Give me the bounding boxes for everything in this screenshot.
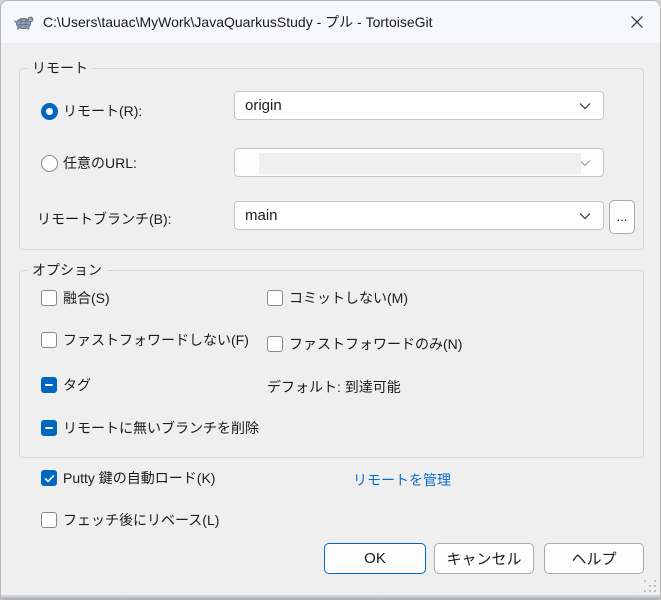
resize-grip[interactable] xyxy=(644,580,656,592)
window-bottom-edge xyxy=(1,595,660,599)
chevron-down-icon xyxy=(579,212,591,219)
checkbox-no-fast-forward-label: ファストフォワードしない(F) xyxy=(63,332,249,348)
checkbox-no-commit-label: コミットしない(M) xyxy=(289,290,408,306)
tortoisegit-turtle-icon xyxy=(14,12,34,32)
arbitrary-url-radio-label: 任意のURL: xyxy=(63,155,137,171)
checkbox-fast-forward-only-label: ファストフォワードのみ(N) xyxy=(289,336,463,352)
checkbox-prune[interactable]: リモートに無いブランチを削除 xyxy=(41,420,259,436)
cancel-button[interactable]: キャンセル xyxy=(434,543,534,574)
radio-selected-icon xyxy=(41,102,58,120)
checkbox-box xyxy=(267,290,283,306)
remote-radio[interactable]: リモート(R): xyxy=(41,102,142,120)
checkbox-indeterminate-box xyxy=(41,377,57,393)
checkbox-tags[interactable]: タグ xyxy=(41,377,91,393)
titlebar: C:\Users\tauac\MyWork\JavaQuarkusStudy -… xyxy=(1,1,660,43)
checkbox-box xyxy=(267,336,283,352)
checkbox-no-commit[interactable]: コミットしない(M) xyxy=(267,290,408,306)
arbitrary-url-combobox xyxy=(234,148,604,177)
tags-default-text: デフォルト: 到達可能 xyxy=(267,379,401,395)
pull-dialog: C:\Users\tauac\MyWork\JavaQuarkusStudy -… xyxy=(0,0,661,600)
checkbox-putty-autoload[interactable]: Putty 鍵の自動ロード(K) xyxy=(41,470,215,486)
checkbox-squash[interactable]: 融合(S) xyxy=(41,290,110,306)
radio-unselected-icon xyxy=(41,154,58,172)
checkbox-fast-forward-only[interactable]: ファストフォワードのみ(N) xyxy=(267,336,462,352)
checkbox-box xyxy=(41,290,57,306)
checkbox-squash-label: 融合(S) xyxy=(63,290,110,306)
checkbox-box xyxy=(41,512,57,528)
options-group-label: オプション xyxy=(27,262,107,278)
checkbox-no-fast-forward[interactable]: ファストフォワードしない(F) xyxy=(41,332,249,348)
chevron-down-icon xyxy=(579,102,591,109)
checkmark-icon xyxy=(44,474,54,483)
checkbox-checked-box xyxy=(41,470,57,486)
remote-combobox[interactable]: origin xyxy=(234,91,604,120)
manage-remotes-link[interactable]: リモートを管理 xyxy=(353,470,451,490)
remote-branch-label: リモートブランチ(B): xyxy=(37,211,172,227)
browse-branches-button[interactable]: ... xyxy=(609,200,635,234)
remote-branch-combobox[interactable]: main xyxy=(234,201,604,230)
checkbox-putty-autoload-label: Putty 鍵の自動ロード(K) xyxy=(63,470,216,486)
remote-group-label: リモート xyxy=(27,60,93,76)
checkbox-prune-label: リモートに無いブランチを削除 xyxy=(63,420,259,436)
remote-radio-label: リモート(R): xyxy=(63,103,143,119)
remote-combobox-value: origin xyxy=(245,97,282,114)
arbitrary-url-radio[interactable]: 任意のURL: xyxy=(41,154,137,172)
window-title: C:\Users\tauac\MyWork\JavaQuarkusStudy -… xyxy=(43,14,433,30)
close-icon xyxy=(630,15,643,28)
close-button[interactable] xyxy=(613,1,660,42)
checkbox-indeterminate-box xyxy=(41,420,57,436)
url-field-disabled xyxy=(259,153,581,174)
checkbox-tags-label: タグ xyxy=(63,377,91,393)
checkbox-rebase-after-fetch[interactable]: フェッチ後にリベース(L) xyxy=(41,512,219,528)
ok-button[interactable]: OK xyxy=(324,543,426,574)
checkbox-box xyxy=(41,332,57,348)
help-button[interactable]: ヘルプ xyxy=(544,543,644,574)
remote-branch-combobox-value: main xyxy=(245,207,278,224)
checkbox-rebase-after-fetch-label: フェッチ後にリベース(L) xyxy=(63,512,220,528)
